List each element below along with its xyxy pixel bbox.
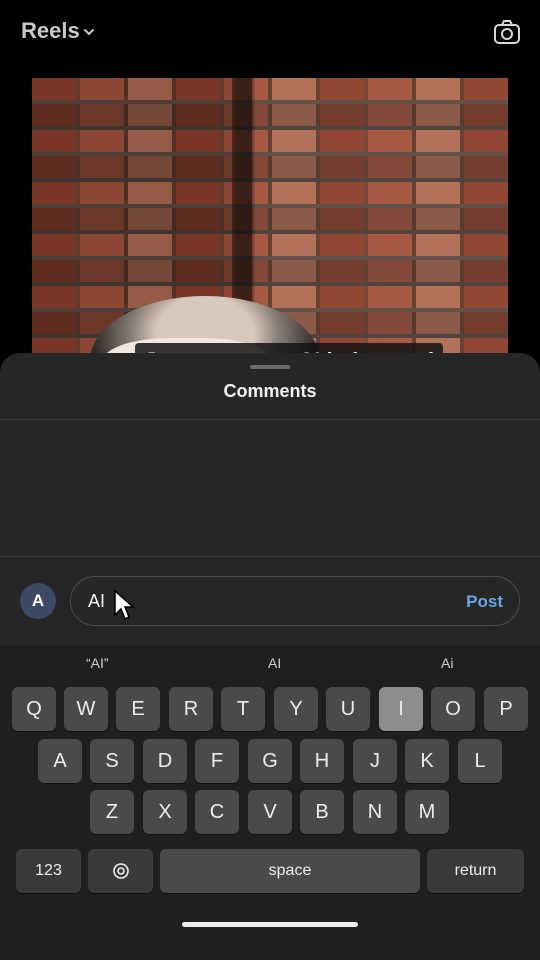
- key-f[interactable]: F: [195, 739, 239, 783]
- chevron-down-icon[interactable]: [84, 27, 94, 37]
- suggestion-3[interactable]: Ai: [441, 655, 453, 671]
- numbers-key[interactable]: 123: [16, 849, 81, 893]
- key-k[interactable]: K: [405, 739, 449, 783]
- return-key[interactable]: return: [427, 849, 524, 893]
- key-g[interactable]: G: [248, 739, 292, 783]
- home-indicator[interactable]: [182, 922, 358, 927]
- sheet-grabber[interactable]: [250, 365, 290, 369]
- key-j[interactable]: J: [353, 739, 397, 783]
- comment-input[interactable]: AI Post: [70, 576, 520, 626]
- key-s[interactable]: S: [90, 739, 134, 783]
- key-v[interactable]: V: [248, 790, 292, 834]
- key-b[interactable]: B: [300, 790, 344, 834]
- comments-title: Comments: [223, 381, 317, 401]
- key-o[interactable]: O: [431, 687, 475, 731]
- emoji-icon: [112, 862, 129, 879]
- key-m[interactable]: M: [405, 790, 449, 834]
- key-i[interactable]: I: [379, 687, 423, 731]
- comment-input-value[interactable]: AI: [88, 591, 105, 612]
- avatar: A: [20, 583, 56, 619]
- reel-video[interactable]: Just comment AI below and: [32, 78, 508, 368]
- suggestion-1[interactable]: “AI”: [86, 655, 109, 671]
- key-u[interactable]: U: [326, 687, 370, 731]
- key-h[interactable]: H: [300, 739, 344, 783]
- key-e[interactable]: E: [116, 687, 160, 731]
- key-p[interactable]: P: [484, 687, 528, 731]
- top-bar: Reels: [0, 0, 540, 70]
- keyboard: “AI” AI Ai Q W E R T Y U I O P A S D F G…: [0, 645, 540, 960]
- divider: [0, 556, 540, 557]
- key-q[interactable]: Q: [12, 687, 56, 731]
- space-key[interactable]: space: [160, 849, 420, 893]
- key-r[interactable]: R: [169, 687, 213, 731]
- reels-title[interactable]: Reels: [21, 18, 80, 44]
- key-w[interactable]: W: [64, 687, 108, 731]
- camera-icon[interactable]: [493, 19, 521, 45]
- key-z[interactable]: Z: [90, 790, 134, 834]
- emoji-key[interactable]: [88, 849, 153, 893]
- key-n[interactable]: N: [353, 790, 397, 834]
- key-t[interactable]: T: [221, 687, 265, 731]
- divider: [0, 419, 540, 420]
- suggestion-2[interactable]: AI: [268, 655, 281, 671]
- key-x[interactable]: X: [143, 790, 187, 834]
- key-d[interactable]: D: [143, 739, 187, 783]
- key-y[interactable]: Y: [274, 687, 318, 731]
- key-c[interactable]: C: [195, 790, 239, 834]
- mouse-pointer-icon: [114, 589, 135, 621]
- post-button[interactable]: Post: [466, 592, 503, 612]
- key-l[interactable]: L: [458, 739, 502, 783]
- key-a[interactable]: A: [38, 739, 82, 783]
- comments-sheet: Comments A AI Post: [0, 353, 540, 645]
